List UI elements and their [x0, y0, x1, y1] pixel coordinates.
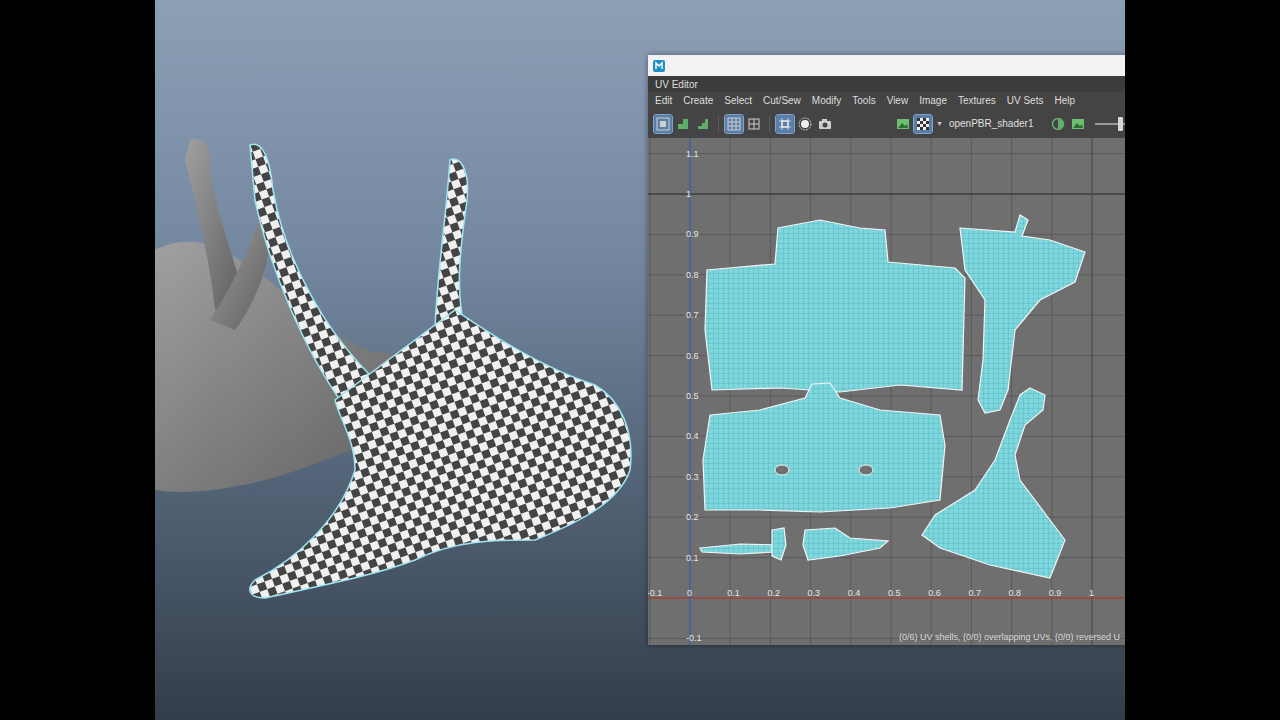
- slider-knob[interactable]: [1118, 117, 1123, 131]
- image-icon: [896, 117, 910, 131]
- v-label: 0.1: [686, 553, 699, 563]
- uv-shell[interactable]: [703, 383, 945, 512]
- uv-shell[interactable]: [772, 528, 786, 560]
- menu-item[interactable]: Create: [683, 95, 713, 106]
- left-bar: [0, 0, 155, 720]
- u-label: 0.8: [1009, 588, 1022, 598]
- image-tool-button[interactable]: [894, 115, 912, 133]
- menu-item[interactable]: Image: [919, 95, 947, 106]
- display-button[interactable]: [1069, 115, 1087, 133]
- lattice-icon: [778, 117, 792, 131]
- menu-item[interactable]: Edit: [655, 95, 672, 106]
- u-label: 0.4: [848, 588, 861, 598]
- exposure-button[interactable]: [1049, 115, 1067, 133]
- status-text: (0/6) UV shells, (0/0) overlapping UVs, …: [899, 632, 1120, 642]
- u-label: 0.9: [1049, 588, 1062, 598]
- image-tool-button[interactable]: [914, 115, 932, 133]
- select-icon: [656, 117, 670, 131]
- shell-hole: [775, 465, 789, 475]
- toolbar-separator: [769, 115, 770, 133]
- uv-shell[interactable]: [960, 215, 1085, 413]
- u-label: 1: [1089, 588, 1094, 598]
- v-label: -0.1: [686, 633, 702, 643]
- uv-shell[interactable]: [705, 220, 965, 392]
- v-label: 0.2: [686, 512, 699, 522]
- menu-item[interactable]: Tools: [852, 95, 875, 106]
- tool-button[interactable]: [796, 115, 814, 133]
- grid-icon: [727, 117, 741, 131]
- tool-button[interactable]: [694, 115, 712, 133]
- v-label: 0.4: [686, 431, 699, 441]
- shell-hole: [859, 465, 873, 475]
- checker-icon: [916, 117, 930, 131]
- u-label: 0.3: [808, 588, 821, 598]
- right-bar: [1125, 0, 1280, 720]
- menu-item[interactable]: Help: [1054, 95, 1075, 106]
- panel-tab[interactable]: UV Editor: [648, 76, 1125, 92]
- tool-button[interactable]: [745, 115, 763, 133]
- dropdown-arrow-icon[interactable]: ▼: [936, 120, 943, 127]
- v-label: 0.5: [686, 391, 699, 401]
- exposure-icon: [1051, 117, 1065, 131]
- title-bar[interactable]: [648, 55, 1125, 76]
- menu-item[interactable]: Textures: [958, 95, 996, 106]
- shader-name[interactable]: openPBR_shader1: [949, 118, 1034, 129]
- uv-grid[interactable]: 1.1 1 0.9 0.8 0.7 0.6 0.5 0.4 0.3 0.2 0.1 -0.1 -0.1 0…: [648, 138, 1125, 645]
- uv-shell[interactable]: [803, 528, 888, 560]
- shell-icon: [676, 117, 690, 131]
- u-label: 0.6: [928, 588, 941, 598]
- u-label: 0.2: [767, 588, 780, 598]
- checkered-head: [250, 144, 631, 598]
- stairs-icon: [696, 117, 710, 131]
- tool-button[interactable]: [654, 115, 672, 133]
- uv-editor-window[interactable]: UV Editor Edit Create Select Cut/Sew Modify To…: [648, 55, 1125, 645]
- toolbar-separator: [718, 115, 719, 133]
- sphere-icon: [798, 117, 812, 131]
- v-label: 0.8: [686, 270, 699, 280]
- v-label: 0.6: [686, 351, 699, 361]
- maya-logo-icon: [653, 60, 665, 72]
- u-label: 0: [687, 588, 692, 598]
- u-label: -0.1: [648, 588, 662, 598]
- uv-shell[interactable]: [700, 544, 782, 554]
- page: UV Editor Edit Create Select Cut/Sew Modify To…: [0, 0, 1280, 720]
- v-label: 0.7: [686, 310, 699, 320]
- u-label: 0.1: [727, 588, 740, 598]
- menu-bar: Edit Create Select Cut/Sew Modify Tools View Im…: [648, 92, 1125, 109]
- frame-icon: [747, 117, 761, 131]
- menu-item[interactable]: Modify: [812, 95, 841, 106]
- tool-button[interactable]: [776, 115, 794, 133]
- u-label: 0.5: [888, 588, 901, 598]
- slider[interactable]: [1095, 123, 1125, 125]
- camera-icon: [818, 117, 832, 131]
- menu-item[interactable]: View: [887, 95, 909, 106]
- menu-item[interactable]: Select: [724, 95, 752, 106]
- uv-shell[interactable]: [922, 388, 1065, 578]
- viewport[interactable]: UV Editor Edit Create Select Cut/Sew Modify To…: [155, 0, 1125, 720]
- v-label: 0.3: [686, 472, 699, 482]
- tool-button[interactable]: [816, 115, 834, 133]
- toolbar: ▼ openPBR_shader1: [648, 109, 1125, 138]
- v-label: 0.9: [686, 229, 699, 239]
- u-label: 0.7: [968, 588, 981, 598]
- v-label: 1: [686, 189, 691, 199]
- menu-item[interactable]: UV Sets: [1007, 95, 1044, 106]
- v-label: 1.1: [686, 149, 699, 159]
- uv-canvas[interactable]: 1.1 1 0.9 0.8 0.7 0.6 0.5 0.4 0.3 0.2 0.1 -0.1 -0.1 0…: [648, 138, 1125, 645]
- tool-button[interactable]: [674, 115, 692, 133]
- tool-button[interactable]: [725, 115, 743, 133]
- image-icon: [1071, 117, 1085, 131]
- menu-item[interactable]: Cut/Sew: [763, 95, 801, 106]
